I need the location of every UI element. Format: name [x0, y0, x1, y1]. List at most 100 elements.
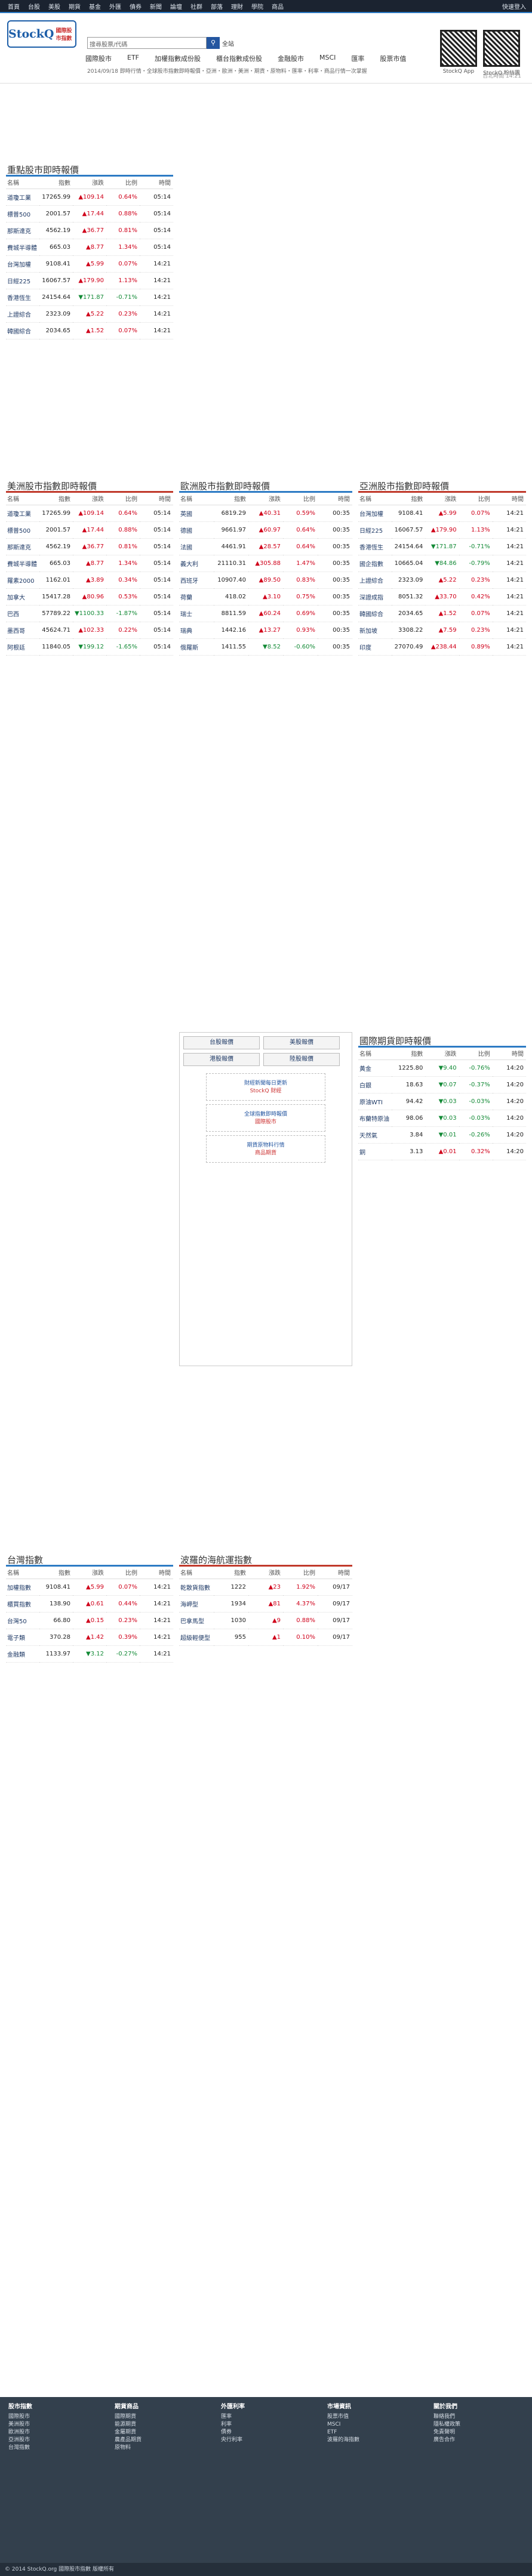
quick-link[interactable]: 美股報價 [263, 1036, 340, 1049]
quote-name[interactable]: 阿根廷 [6, 638, 39, 656]
table-row[interactable]: 金融類 1133.97 ▼3.12 -0.27% 14:21 [6, 1645, 173, 1663]
quote-name[interactable]: 原油WTI [358, 1093, 392, 1110]
nav-item[interactable]: 商品 [267, 2, 288, 11]
login-link[interactable]: 快速登入 [500, 2, 528, 11]
quote-name[interactable]: 費城半導體 [6, 239, 39, 256]
footer-link[interactable]: 廣告合作 [433, 2436, 460, 2444]
nav-item[interactable]: 理財 [227, 2, 247, 11]
quote-name[interactable]: 德國 [179, 521, 214, 539]
qr-fanpage[interactable]: StockQ 粉絲團 [483, 30, 520, 76]
quick-link[interactable]: 台股報價 [183, 1036, 260, 1049]
table-row[interactable]: 櫃買指數 138.90 ▲0.61 0.44% 14:21 [6, 1595, 173, 1613]
menu-item[interactable]: MSCI [312, 54, 343, 63]
table-row[interactable]: 韓國綜合 2034.65 ▲1.52 0.07% 14:21 [358, 605, 526, 622]
quote-name[interactable]: 標普500 [6, 521, 39, 539]
nav-item[interactable]: 基金 [85, 2, 105, 11]
qr-app[interactable]: StockQ App [440, 30, 477, 76]
table-row[interactable]: 上證綜合 2323.09 ▲5.22 0.23% 14:21 [6, 305, 173, 323]
nav-item[interactable]: 部落 [207, 2, 227, 11]
nav-item[interactable]: 台股 [24, 2, 44, 11]
quote-name[interactable]: 荷蘭 [179, 588, 214, 606]
footer-link[interactable]: 金屬期貨 [115, 2429, 142, 2436]
quote-name[interactable]: 香港恆生 [358, 538, 392, 555]
table-row[interactable]: 羅素2000 1162.01 ▲3.89 0.34% 05:14 [6, 572, 173, 589]
table-row[interactable]: 香港恆生 24154.64 ▼171.87 -0.71% 14:21 [358, 538, 526, 555]
quote-name[interactable]: 那斯達克 [6, 222, 39, 239]
table-row[interactable]: 韓國綜合 2034.65 ▲1.52 0.07% 14:21 [6, 322, 173, 339]
menu-item[interactable]: 櫃台指數成份股 [208, 54, 270, 63]
table-row[interactable]: 阿根廷 11840.05 ▼199.12 -1.65% 05:14 [6, 638, 173, 656]
quote-name[interactable]: 羅素2000 [6, 572, 39, 589]
promo-box[interactable]: 全球指數即時報價 國際股市 [206, 1104, 325, 1132]
quote-name[interactable]: 日經225 [358, 521, 392, 539]
table-row[interactable]: 西班牙 10907.40 ▲89.50 0.83% 00:35 [179, 572, 352, 589]
quote-name[interactable]: 那斯達克 [6, 538, 39, 555]
table-row[interactable]: 日經225 16067.57 ▲179.90 1.13% 14:21 [6, 272, 173, 289]
quote-name[interactable]: 標普500 [6, 205, 39, 223]
quote-name[interactable]: 英國 [179, 505, 214, 522]
quote-name[interactable]: 海岬型 [179, 1595, 214, 1613]
footer-link[interactable]: ETF [327, 2429, 359, 2436]
menu-item[interactable]: 國際股市 [78, 54, 119, 63]
quote-name[interactable]: 瑞士 [179, 605, 214, 622]
table-row[interactable]: 新加坡 3308.22 ▲7.59 0.23% 14:21 [358, 622, 526, 639]
footer-link[interactable]: 利率 [221, 2421, 245, 2429]
quote-name[interactable]: 法國 [179, 538, 214, 555]
table-row[interactable]: 台灣加權 9108.41 ▲5.99 0.07% 14:21 [6, 255, 173, 273]
quote-name[interactable]: 金融類 [6, 1645, 39, 1663]
table-row[interactable]: 台灣50 66.80 ▲0.15 0.23% 14:21 [6, 1612, 173, 1629]
quote-name[interactable]: 巴拿馬型 [179, 1612, 214, 1629]
menu-item[interactable]: ETF [119, 54, 147, 63]
footer-link[interactable]: 債券 [221, 2429, 245, 2436]
quote-name[interactable]: 黃金 [358, 1060, 392, 1077]
quote-name[interactable]: 乾散貨指數 [179, 1579, 214, 1596]
quote-name[interactable]: 道瓊工業 [6, 505, 39, 522]
table-row[interactable]: 香港恆生 24154.64 ▼171.87 -0.71% 14:21 [6, 289, 173, 306]
quote-name[interactable]: 上證綜合 [6, 305, 39, 323]
footer-link[interactable]: 國際股市 [8, 2413, 32, 2421]
table-row[interactable]: 俄羅斯 1411.55 ▼8.52 -0.60% 00:35 [179, 638, 352, 656]
quote-name[interactable]: 加權指數 [6, 1579, 39, 1596]
footer-link[interactable]: 股票市值 [327, 2413, 359, 2421]
quote-name[interactable]: 櫃買指數 [6, 1595, 39, 1613]
table-row[interactable]: 深證成指 8051.32 ▲33.70 0.42% 14:21 [358, 588, 526, 606]
table-row[interactable]: 原油WTI 94.42 ▼0.03 -0.03% 14:20 [358, 1093, 526, 1110]
nav-item[interactable]: 美股 [44, 2, 64, 11]
table-row[interactable]: 布蘭特原油 98.06 ▼0.03 -0.03% 14:20 [358, 1110, 526, 1127]
promo-box[interactable]: 期貨原物料行情 商品期貨 [206, 1135, 325, 1163]
footer-link[interactable]: 免責聲明 [433, 2429, 460, 2436]
table-row[interactable]: 道瓊工業 17265.99 ▲109.14 0.64% 05:14 [6, 505, 173, 522]
table-row[interactable]: 費城半導體 665.03 ▲8.77 1.34% 05:14 [6, 555, 173, 572]
search-icon[interactable]: ⚲ [207, 37, 220, 49]
table-row[interactable]: 瑞典 1442.16 ▲13.27 0.93% 00:35 [179, 622, 352, 639]
table-row[interactable]: 巴拿馬型 1030 ▲9 0.88% 09/17 [179, 1612, 352, 1629]
table-row[interactable]: 瑞士 8811.59 ▲60.24 0.69% 00:35 [179, 605, 352, 622]
nav-item[interactable]: 新聞 [146, 2, 166, 11]
table-row[interactable]: 費城半導體 665.03 ▲8.77 1.34% 05:14 [6, 239, 173, 256]
nav-item[interactable]: 首頁 [4, 2, 24, 11]
quick-link[interactable]: 陸股報價 [263, 1053, 340, 1066]
table-row[interactable]: 英國 6819.29 ▲40.31 0.59% 00:35 [179, 505, 352, 522]
table-row[interactable]: 銅 3.13 ▲0.01 0.32% 14:20 [358, 1143, 526, 1160]
quote-name[interactable]: 韓國綜合 [358, 605, 392, 622]
footer-link[interactable]: 能源期貨 [115, 2421, 142, 2429]
table-row[interactable]: 電子類 370.28 ▲1.42 0.39% 14:21 [6, 1629, 173, 1646]
quick-link[interactable]: 港股報價 [183, 1053, 260, 1066]
search-scope-select[interactable]: 全站 [222, 39, 234, 48]
promo-box[interactable]: 財經新聞每日更新 StockQ 財經 [206, 1073, 325, 1101]
quote-name[interactable]: 義大利 [179, 555, 214, 572]
footer-link[interactable]: 央行利率 [221, 2436, 245, 2444]
quote-name[interactable]: 布蘭特原油 [358, 1110, 392, 1127]
table-row[interactable]: 黃金 1225.80 ▼9.40 -0.76% 14:20 [358, 1060, 526, 1077]
footer-link[interactable]: MSCI [327, 2421, 359, 2429]
quote-name[interactable]: 西班牙 [179, 572, 214, 589]
quote-name[interactable]: 香港恆生 [6, 289, 39, 306]
table-row[interactable]: 上證綜合 2323.09 ▲5.22 0.23% 14:21 [358, 572, 526, 589]
quote-name[interactable]: 深證成指 [358, 588, 392, 606]
quote-name[interactable]: 道瓊工業 [6, 189, 39, 206]
footer-link[interactable]: 美洲股市 [8, 2421, 32, 2429]
table-row[interactable]: 天然氣 3.84 ▼0.01 -0.26% 14:20 [358, 1126, 526, 1144]
footer-link[interactable]: 歐洲股市 [8, 2429, 32, 2436]
quote-name[interactable]: 瑞典 [179, 622, 214, 639]
site-logo[interactable]: StockQ 國際股市指數 [7, 20, 76, 48]
